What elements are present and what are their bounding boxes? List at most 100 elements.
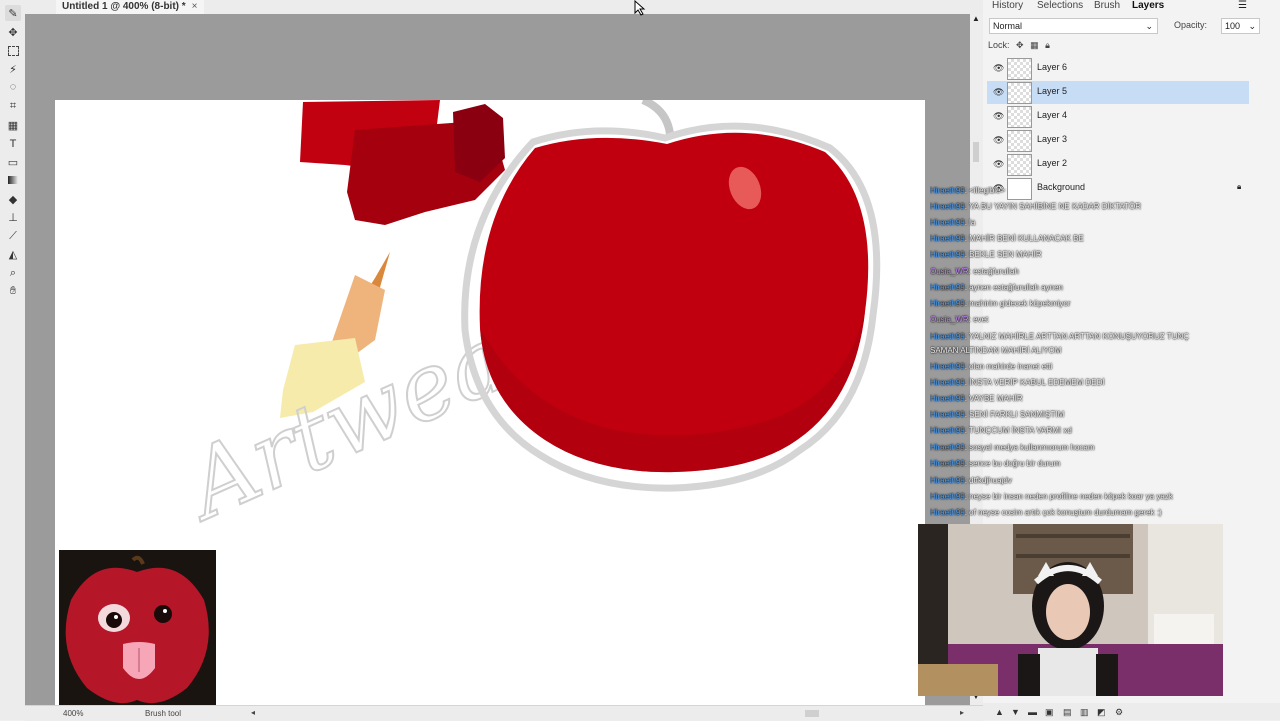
eye-icon[interactable]: 👁︎ [993,63,1004,74]
chat-username: Hiraeth99 [930,332,965,341]
layer-row-4[interactable]: 👁︎ Layer 4 [987,105,1249,128]
blend-mode-value: Normal [993,21,1023,31]
crop-tool-icon[interactable]: ⌗ [5,98,21,114]
layer-row-3[interactable]: 👁︎ Layer 3 [987,129,1249,152]
chat-username: Hiraeth99 [930,362,965,371]
marquee-tool-icon[interactable] [5,43,21,59]
chat-message: Ousia_WR: estağfurullah [930,267,1019,276]
close-tab-icon[interactable]: × [192,1,198,12]
eye-icon[interactable]: 👁︎ [993,135,1004,146]
lock-all-icon[interactable]: 🔒︎ [1045,40,1050,50]
type-tool-icon[interactable]: T [5,136,21,152]
chat-message: Hiraeth99: YA BU YAYIN SAHİBİNE NE KADAR… [930,202,1141,211]
layer-name: Layer 3 [1037,134,1068,144]
chat-text: : olan mahirde inanet etti [964,362,1053,371]
chat-text: : aynen estağfurullah aynen [964,283,1063,292]
eyedropper-tool-icon[interactable]: ⟋ [5,228,21,244]
opacity-value: 100 [1225,21,1241,31]
tab-layers[interactable]: Layers [1132,0,1164,13]
chat-text: : SENİ FARKLI SANMIŞTIM [964,410,1065,419]
blend-mode-select[interactable]: Normal ⌄ [989,18,1158,34]
delete-layer-icon[interactable]: ▤ [1063,707,1072,718]
chat-username: Hiraeth99 [930,218,965,227]
scrollbar-thumb[interactable] [973,142,979,162]
layer-name: Layer 2 [1037,158,1068,168]
chat-username: Ousia_WR [930,315,969,324]
layer-row-6[interactable]: 👁︎ Layer 6 [987,57,1249,80]
merge-layer-icon[interactable]: ▥ [1080,707,1089,718]
chat-text: : sence bu doğru bir durum [964,459,1061,468]
panel-tabs: History Selections Brush Layers ☰ [983,0,1280,14]
chat-text: : <illegible> [964,186,1006,195]
opacity-label: Opacity: [1174,20,1208,30]
chat-username: Hiraeth99 [930,459,965,468]
hand-tool-icon[interactable]: ✋︎ [5,283,21,299]
gradient-tool-icon[interactable] [5,172,21,188]
lock-label: Lock: [988,40,1010,50]
eye-icon[interactable]: 👁︎ [993,87,1004,98]
shape-tool-icon[interactable]: ▭ [5,154,21,170]
eraser-tool-icon[interactable]: ◆ [5,191,21,207]
tab-brush[interactable]: Brush [1094,0,1120,13]
new-group-icon[interactable]: ▬ [1028,707,1037,717]
fill-tool-icon[interactable]: ◭ [5,246,21,262]
move-layer-down-icon[interactable]: ▼ [1011,707,1020,717]
chat-message: Ousia_WR: evet [930,315,988,324]
chat-text: : la [964,218,976,227]
chat-text: : sosyal medya kullanmıorum hocam [964,443,1095,452]
scroll-left-icon[interactable]: ◂ [251,708,255,717]
lock-position-icon[interactable]: ✥ [1016,40,1024,50]
lock-row: Lock: ✥ ▦ 🔒︎ [988,40,1050,51]
chat-message: Hiraeth99: VAYBE MAHİR [930,394,1023,403]
layer-thumbnail [1007,58,1032,80]
layer-row-5[interactable]: 👁︎ Layer 5 [987,81,1249,104]
chat-message: Hiraeth99: mahirim gidecek küpekmiyor [930,299,1071,308]
chat-message: Hiraeth99: neyse bir insan neden profili… [930,492,1173,501]
chat-message: Hiraeth99: la [930,218,975,227]
layer-thumbnail [1007,154,1032,176]
eye-icon[interactable]: 👁︎ [993,159,1004,170]
horizontal-scrollbar-thumb[interactable] [805,710,819,717]
tab-history[interactable]: History [992,0,1023,13]
tab-selections[interactable]: Selections [1037,0,1083,13]
chat-text: : of neyse cosim artık çok konuştum durd… [964,508,1162,517]
webcam-scene [918,524,1223,696]
chat-message: SAMAN ALTINDAN MAHİRİ ALIYOM [930,346,1061,355]
eye-icon[interactable]: 👁︎ [993,111,1004,122]
new-layer-icon[interactable]: ▣ [1045,707,1054,718]
chat-text: : neyse bir insan neden profiline neden … [964,492,1173,501]
grid-tool-icon[interactable]: ▦ [5,117,21,133]
tools-toolbar: ✎ ✥ ⚡︎ ◌ ⌗ ▦ T ▭ ◆ ⊥ ⟋ ◭ ⌕ ✋︎ ▣▾ ⚙▾ ▒▾ ◩… [0,0,51,720]
zoom-readout[interactable]: 400% [63,709,83,718]
chat-message: Hiraeth99: aynen estağfurullah aynen [930,283,1063,292]
chat-message: Hiraeth99: TUNÇCUM İNSTA VARMI xd [930,426,1072,435]
magic-wand-tool-icon[interactable]: ⚡︎ [5,61,21,77]
layer-name: Layer 4 [1037,110,1068,120]
chat-message: Hiraeth99: MAHİR BENİ KULLANACAK BE [930,234,1084,243]
chat-text: : estağfurullah [968,267,1019,276]
chat-text: : evet [968,315,989,324]
opacity-chevron-icon[interactable]: ⌄ [1248,19,1256,33]
document-tab[interactable]: Untitled 1 @ 400% (8-bit) * × [56,0,204,14]
apple-meme-image [59,550,216,705]
lock-transparency-icon[interactable]: ▦ [1030,40,1039,50]
panel-menu-icon[interactable]: ☰ [1238,0,1247,11]
document-tab-strip: Untitled 1 @ 400% (8-bit) * × [25,0,983,14]
chat-username: Ousia_WR [930,267,969,276]
mouse-cursor-icon [634,0,646,16]
scroll-right-icon[interactable]: ▸ [960,708,964,717]
opacity-input[interactable]: 100 ⌄ [1221,18,1260,34]
layer-row-2[interactable]: 👁︎ Layer 2 [987,153,1249,176]
stamp-tool-icon[interactable]: ⊥ [5,209,21,225]
move-layer-up-icon[interactable]: ▲ [995,707,1004,717]
layer-thumbnail [1007,82,1032,104]
move-tool-icon[interactable]: ✥ [5,24,21,40]
layer-mask-icon[interactable]: ◩ [1097,707,1106,718]
lasso-tool-icon[interactable]: ◌ [5,79,21,95]
chat-username: Hiraeth99 [930,202,965,211]
brush-tool-icon[interactable]: ✎ [5,5,21,21]
chat-username: Hiraeth99 [930,378,965,387]
zoom-tool-icon[interactable]: ⌕ [5,265,21,281]
scroll-up-icon[interactable]: ▲ [972,14,980,23]
layer-properties-icon[interactable]: ⚙ [1115,707,1123,718]
